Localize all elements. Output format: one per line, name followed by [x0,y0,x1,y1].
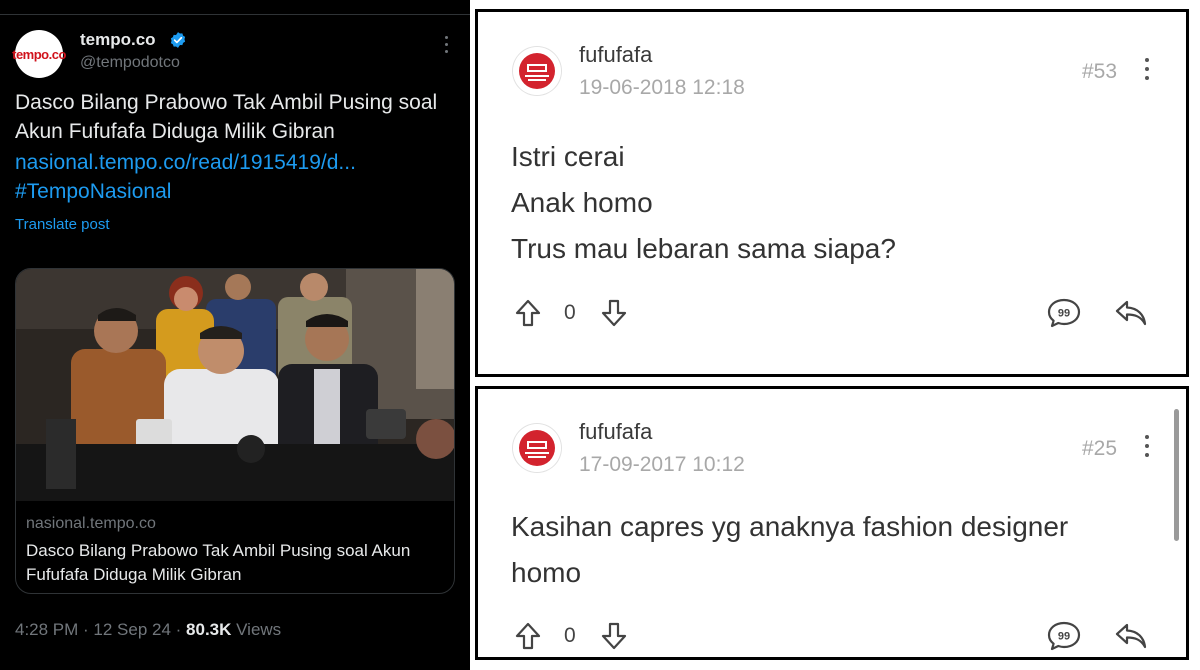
arrow-down-icon[interactable] [600,298,628,328]
comment-line: Istri cerai [511,141,625,172]
display-name[interactable]: tempo.co [80,30,156,50]
comment-line: Kasihan capres yg anaknya fashion design… [511,511,1069,542]
divider [0,14,470,15]
comment-line: homo [511,557,582,588]
view-count: 80.3K [186,620,232,639]
comment-line: Trus mau lebaran sama siapa? [511,233,896,264]
translate-post-button[interactable]: Translate post [15,216,110,233]
more-dots-icon[interactable] [1142,435,1152,463]
comment-body: Kasihan capres yg anaknya fashion design… [511,504,1151,596]
avatar[interactable]: tempo.co [12,30,66,78]
comment-number[interactable]: #25 [1082,437,1117,461]
comment-username[interactable]: fufufafa [579,419,652,445]
arrow-up-icon[interactable] [514,621,542,651]
comment-card: fufufafa 17-09-2017 10:12 #25 Kasihan ca… [475,386,1189,660]
comment-body: Istri cerai Anak homo Trus mau lebaran s… [511,134,1151,272]
comment-username[interactable]: fufufafa [579,42,652,68]
link-card[interactable]: nasional.tempo.co Dasco Bilang Prabowo T… [15,268,455,594]
quote-icon[interactable]: 99 [1046,620,1082,652]
tweet-meta: 4:28 PM · 12 Sep 24 · 80.3K Views [15,620,281,640]
arrow-up-icon[interactable] [514,298,542,328]
tweet-text: Dasco Bilang Prabowo Tak Ambil Pusing so… [15,91,438,143]
scrollbar[interactable] [1174,409,1179,541]
reply-icon[interactable] [1114,299,1148,327]
comment-line: Anak homo [511,187,653,218]
comment-number[interactable]: #53 [1082,60,1117,84]
card-title: Dasco Bilang Prabowo Tak Ambil Pusing so… [26,541,411,584]
quote-icon[interactable]: 99 [1046,297,1082,329]
card-domain: nasional.tempo.co [26,515,156,532]
article-photo [16,269,454,501]
comment-date: 19-06-2018 12:18 [579,76,745,99]
views-label: Views [231,620,282,639]
vote-count: 0 [564,301,576,324]
comment-card: fufufafa 19-06-2018 12:18 #53 Istri cera… [475,9,1189,377]
comment-actions: 0 99 [514,618,1154,658]
svg-text:99: 99 [1058,631,1070,643]
comment-actions: 0 99 [514,295,1154,335]
user-handle[interactable]: @tempodotco [80,54,180,72]
avatar[interactable] [513,47,561,95]
verified-badge-icon [170,32,186,48]
more-dots-icon[interactable] [1142,58,1152,86]
comment-date: 17-09-2017 10:12 [579,453,745,476]
vote-count: 0 [564,624,576,647]
tweet-link[interactable]: nasional.tempo.co/read/1915419/d... [15,148,356,177]
svg-text:99: 99 [1058,308,1070,320]
avatar[interactable] [513,424,561,472]
reply-icon[interactable] [1114,622,1148,650]
hashtag-link[interactable]: #TempoNasional [15,177,171,206]
tweet-panel: tempo.co tempo.co @tempodotco Dasco Bila… [0,0,470,670]
arrow-down-icon[interactable] [600,621,628,651]
timestamp[interactable]: 4:28 PM · 12 Sep 24 · [15,620,186,639]
more-dots-icon[interactable] [436,36,456,66]
